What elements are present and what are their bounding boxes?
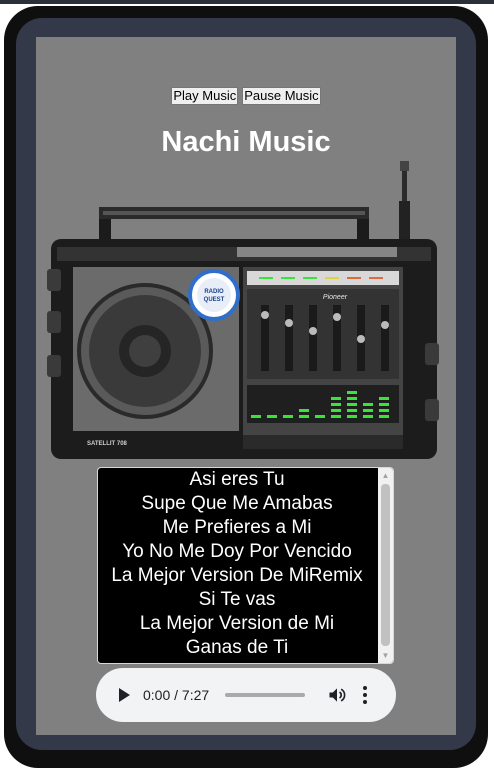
radio-image: RADIO QUEST SATELLIT 708 Pioneer: [47, 161, 439, 459]
song-list-item[interactable]: Supe Que Me Amabas: [98, 492, 376, 516]
song-list-item[interactable]: Yo No Me Doy Por Vencido: [98, 540, 376, 564]
seek-bar[interactable]: [225, 693, 305, 697]
svg-text:QUEST: QUEST: [204, 297, 225, 303]
song-list-item[interactable]: Ganas de Ti: [98, 636, 376, 660]
song-list-item[interactable]: Me Prefieres a Mi: [98, 516, 376, 540]
page-title: Nachi Music: [161, 126, 331, 158]
pause-music-button[interactable]: Pause Music: [242, 87, 321, 105]
svg-text:Pioneer: Pioneer: [323, 294, 348, 301]
scrollbar-thumb[interactable]: [381, 484, 390, 646]
more-vert-icon[interactable]: [361, 685, 369, 705]
svg-text:SATELLIT 708: SATELLIT 708: [87, 441, 128, 447]
song-list-item[interactable]: Asi eres Tu: [98, 468, 376, 492]
play-icon[interactable]: [116, 687, 132, 703]
playlist-scrollbar[interactable]: ▲ ▼: [378, 468, 393, 663]
play-music-button[interactable]: Play Music: [171, 87, 239, 105]
song-list-item[interactable]: La Mejor Version de Mi: [98, 612, 376, 636]
volume-icon[interactable]: [327, 685, 347, 705]
song-list-item[interactable]: La Mejor Version De MiRemix: [98, 564, 376, 588]
svg-text:RADIO: RADIO: [204, 289, 224, 295]
music-controls: Play Music Pause Music: [36, 87, 456, 105]
scroll-up-arrow-icon[interactable]: ▲: [378, 468, 393, 483]
song-playlist[interactable]: Asi eres Tu Supe Que Me Amabas Me Prefie…: [97, 467, 394, 664]
top-edge-bar: [0, 0, 494, 4]
song-list-item[interactable]: Si Te vas: [98, 588, 376, 612]
app-screen: Play Music Pause Music Nachi Music RADIO…: [36, 37, 456, 735]
scroll-down-arrow-icon[interactable]: ▼: [378, 648, 393, 663]
audio-player: 0:00 / 7:27: [96, 668, 396, 722]
time-display: 0:00 / 7:27: [143, 687, 210, 703]
